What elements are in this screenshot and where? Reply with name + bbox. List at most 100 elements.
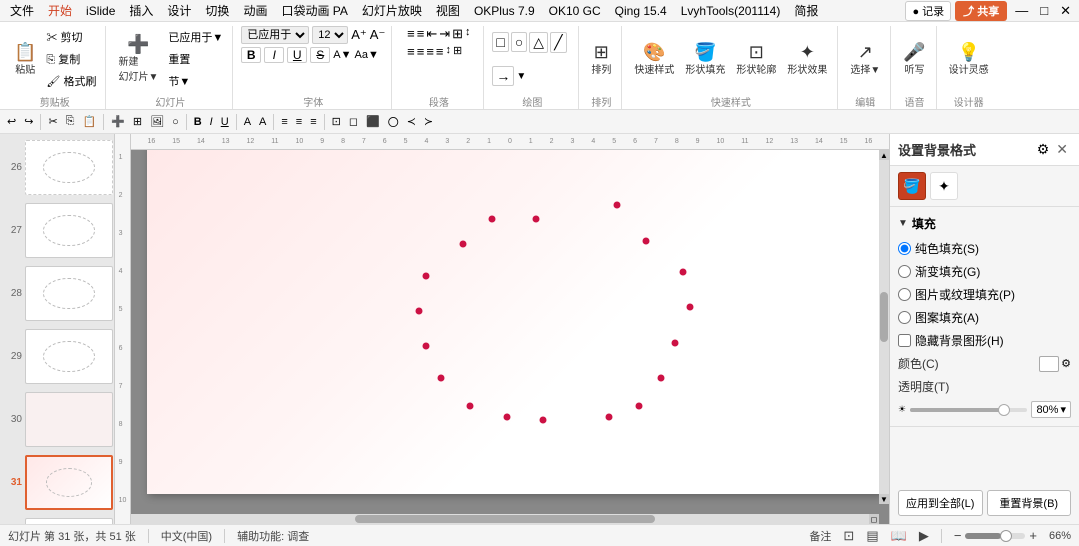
tb-more6[interactable]: ≻	[421, 114, 436, 129]
menu-slideshow[interactable]: 幻灯片放映	[356, 0, 428, 21]
fill-picture-radio[interactable]	[898, 288, 911, 301]
arrange-button[interactable]: ⊞ 排列	[587, 41, 615, 78]
menu-file[interactable]: 文件	[4, 0, 40, 21]
tb-cut[interactable]: ✂	[45, 114, 60, 129]
tb-more5[interactable]: ≺	[404, 114, 419, 129]
scroll-corner[interactable]: ◻	[869, 514, 879, 524]
tb-copy[interactable]: ⎘	[63, 114, 78, 129]
tb-newslide[interactable]: ➕	[108, 114, 128, 129]
dictate-button[interactable]: 🎤 听写	[899, 41, 929, 78]
font-size-increase[interactable]: A⁺	[351, 27, 367, 43]
underline-button[interactable]: U	[287, 47, 307, 63]
vscroll-down[interactable]: ▼	[879, 494, 889, 504]
tb-more3[interactable]: ⬛	[363, 114, 383, 129]
tb-shapes[interactable]: ○	[169, 115, 182, 129]
rectangle-shape[interactable]: □	[492, 32, 508, 52]
paste-button[interactable]: 📋 粘贴	[10, 41, 40, 78]
menu-islide[interactable]: iSlide	[80, 2, 121, 20]
font-size-select[interactable]: 12	[312, 26, 348, 44]
select-button[interactable]: ↗ 选择▼	[846, 41, 884, 78]
tb-more4[interactable]: 〇	[385, 113, 402, 131]
tb-more1[interactable]: ⊡	[329, 114, 344, 129]
zoom-level[interactable]: 66%	[1041, 530, 1071, 542]
tb-paste[interactable]: 📋	[79, 114, 99, 129]
bullets-button[interactable]: ≡	[407, 26, 415, 42]
apply-all-button[interactable]: 应用到全部(L)	[898, 490, 983, 516]
transparency-value-input[interactable]: 80% ▾	[1031, 401, 1071, 418]
cut-button[interactable]: ✂ 剪切	[43, 27, 99, 47]
panel-close-button[interactable]: ✕	[1053, 141, 1071, 158]
zoom-in-btn[interactable]: +	[1029, 528, 1037, 543]
fill-icon-btn[interactable]: 🪣	[898, 172, 926, 200]
menu-insert[interactable]: 插入	[123, 0, 159, 21]
triangle-shape[interactable]: △	[529, 32, 548, 53]
vscroll-track[interactable]	[879, 150, 889, 504]
hscroll-track[interactable]	[131, 514, 879, 524]
fill-hide-checkbox[interactable]	[898, 334, 911, 347]
redo-button[interactable]: ↪	[21, 114, 36, 129]
font-name-select[interactable]: 已应用于	[241, 26, 309, 44]
line-spacing-button[interactable]: ↕	[446, 44, 452, 59]
fill-pattern-radio[interactable]	[898, 311, 911, 324]
font-name-dropdown[interactable]: Aa▼	[354, 49, 378, 61]
smart-art-button[interactable]: ⊞	[453, 44, 462, 59]
window-minimize[interactable]: —	[1011, 3, 1032, 18]
align-left-button[interactable]: ≡	[407, 44, 415, 59]
shape-fill-button[interactable]: 🪣 形状填充	[681, 41, 729, 78]
numbering-button[interactable]: ≡	[417, 26, 425, 42]
font-size-decrease[interactable]: A⁻	[370, 27, 386, 43]
zoom-out-btn[interactable]: −	[954, 528, 962, 543]
menu-pa[interactable]: 口袋动画 PA	[275, 0, 353, 21]
tb-image[interactable]: 🖼	[147, 114, 167, 129]
color-picker-box[interactable]	[1039, 356, 1059, 372]
menu-lvyh[interactable]: LvyhTools(201114)	[675, 2, 787, 20]
vscroll-up[interactable]: ▲	[879, 150, 889, 160]
fill-gradient-radio[interactable]	[898, 265, 911, 278]
menu-simple[interactable]: 简报	[788, 0, 824, 21]
zoom-slider-thumb[interactable]	[1000, 530, 1012, 542]
menu-transitions[interactable]: 切换	[199, 0, 235, 21]
copy-button[interactable]: ⎘ 复制	[43, 49, 99, 69]
tb-align-left[interactable]: ≡	[278, 115, 290, 129]
slide-thumb-27[interactable]: 27	[0, 201, 114, 260]
strikethrough-button[interactable]: S	[310, 47, 330, 63]
align-right-button[interactable]: ≡	[426, 44, 434, 59]
undo-button[interactable]: ↩	[4, 114, 19, 129]
tb-table[interactable]: ⊞	[130, 114, 145, 129]
menu-design[interactable]: 设计	[161, 0, 197, 21]
section-button[interactable]: 节▼	[165, 71, 226, 91]
font-color-button[interactable]: A▼	[333, 49, 351, 61]
slide-thumb-26[interactable]: 26	[0, 138, 114, 197]
window-maximize[interactable]: □	[1036, 3, 1052, 18]
panel-settings-icon[interactable]: ⚙	[1037, 141, 1050, 158]
transparency-slider-thumb[interactable]	[998, 404, 1010, 416]
slide-thumb-32[interactable]: 32	[0, 516, 114, 524]
bold-button[interactable]: B	[241, 47, 261, 63]
slide-thumb-29[interactable]: 29	[0, 327, 114, 386]
shape-effects-button[interactable]: ✦ 形状效果	[783, 41, 831, 78]
tb-align-right[interactable]: ≡	[307, 115, 319, 129]
window-close[interactable]: ✕	[1056, 3, 1075, 19]
menu-okplus[interactable]: OKPlus 7.9	[468, 2, 541, 20]
hscroll-thumb[interactable]	[355, 515, 654, 523]
align-center-button[interactable]: ≡	[417, 44, 425, 59]
menu-ok10[interactable]: OK10 GC	[543, 2, 607, 20]
format-painter-button[interactable]: 🖌 格式刷	[43, 71, 99, 91]
view-reading-btn[interactable]: 📖	[891, 528, 907, 544]
increase-indent-button[interactable]: ⇥	[439, 26, 450, 42]
slide-thumb-31[interactable]: 31	[0, 453, 114, 512]
vscroll-thumb[interactable]	[880, 292, 888, 342]
slide-thumb-28[interactable]: 28	[0, 264, 114, 323]
new-slide-button[interactable]: ➕ 新建幻灯片▼	[114, 33, 162, 85]
tb-underline[interactable]: U	[218, 115, 232, 129]
menu-view[interactable]: 视图	[430, 0, 466, 21]
fill-section-header[interactable]: ▼ 填充	[898, 215, 1071, 232]
tb-italic[interactable]: I	[207, 115, 216, 129]
tb-more2[interactable]: ◻	[346, 114, 361, 129]
more-shapes[interactable]: ▼	[516, 71, 526, 82]
zoom-slider-track[interactable]	[965, 533, 1025, 539]
slide-canvas[interactable]	[147, 142, 881, 494]
shape-outline-button[interactable]: ⊡ 形状轮廓	[732, 41, 780, 78]
view-normal-btn[interactable]: ⊡	[843, 528, 854, 544]
line-shape[interactable]: ╱	[550, 32, 566, 53]
